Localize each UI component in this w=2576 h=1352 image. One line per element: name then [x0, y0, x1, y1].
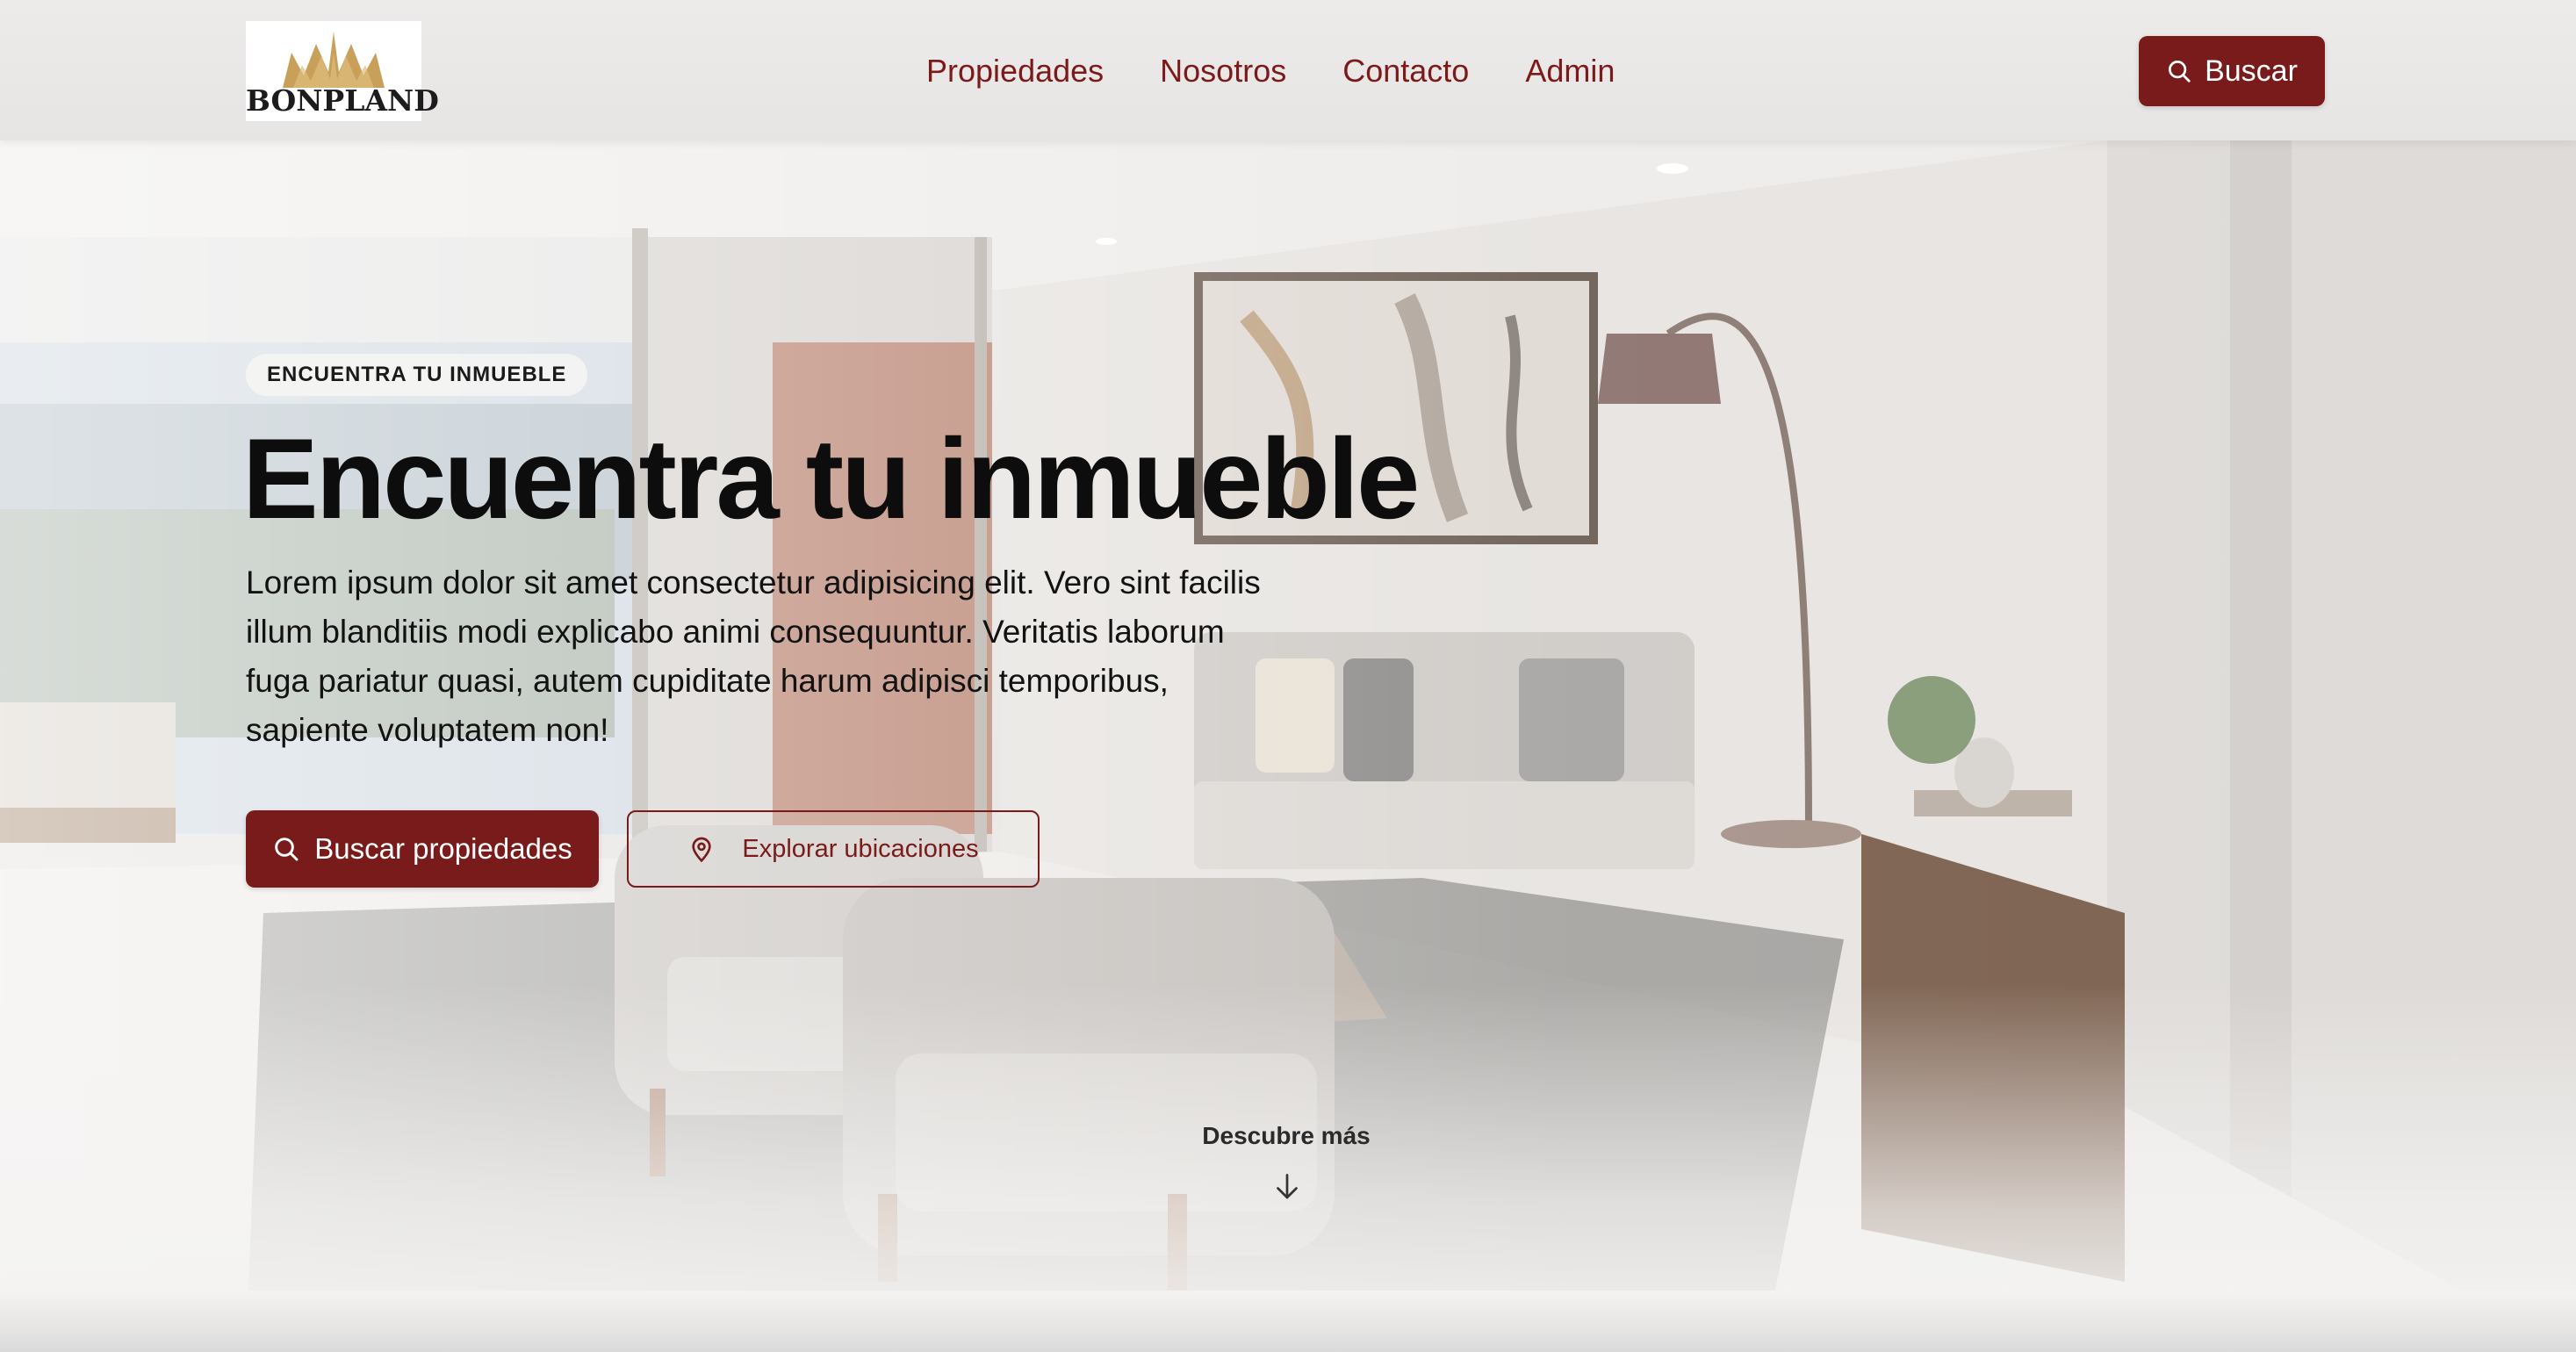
- main-nav: Propiedades Nosotros Contacto Admin: [926, 49, 1615, 93]
- brand-logo[interactable]: BONPLAND: [246, 21, 439, 121]
- nav-item-contacto[interactable]: Contacto: [1342, 53, 1469, 90]
- header-search-label: Buscar: [2205, 54, 2298, 88]
- map-pin-icon: [692, 837, 712, 863]
- hero-description: Lorem ipsum dolor sit amet consectetur a…: [246, 565, 1261, 748]
- arrow-down-icon[interactable]: [1271, 1171, 1303, 1203]
- explore-locations-label: Explorar ubicaciones: [742, 834, 979, 863]
- search-icon: [275, 838, 299, 861]
- brand-wordmark: BONPLAND: [246, 83, 439, 118]
- nav-item-admin[interactable]: Admin: [1525, 53, 1615, 90]
- hero-badge: ENCUENTRA TU INMUEBLE: [246, 354, 588, 396]
- header-search-button[interactable]: Buscar: [2139, 36, 2325, 106]
- site-header: BONPLAND Propiedades Nosotros Contacto A…: [0, 0, 2576, 140]
- explore-locations-button[interactable]: Explorar ubicaciones: [627, 810, 1040, 888]
- crown-icon: [283, 32, 385, 88]
- landing-page: BONPLAND Propiedades Nosotros Contacto A…: [0, 0, 2576, 1352]
- nav-item-nosotros[interactable]: Nosotros: [1160, 53, 1286, 90]
- search-icon: [2169, 61, 2191, 83]
- nav-item-propiedades[interactable]: Propiedades: [926, 53, 1104, 90]
- search-properties-label: Buscar propiedades: [314, 832, 572, 865]
- search-properties-button[interactable]: Buscar propiedades: [246, 810, 599, 888]
- section-divider: [0, 1291, 2576, 1352]
- hero-title: Encuentra tu inmueble: [242, 414, 1420, 543]
- scroll-hint-label[interactable]: Descubre más: [1198, 1122, 1374, 1150]
